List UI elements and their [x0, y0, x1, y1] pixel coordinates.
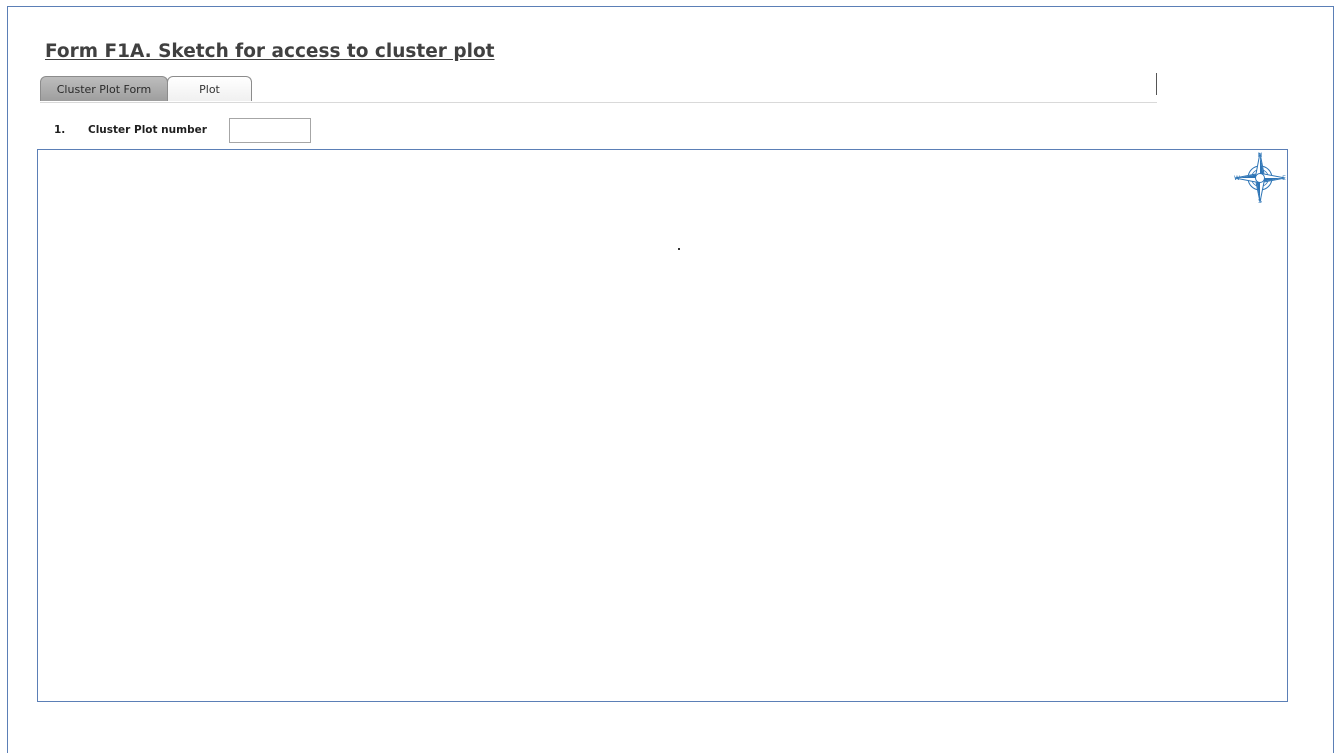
tab-cluster-plot-form[interactable]: Cluster Plot Form — [40, 76, 168, 101]
cluster-plot-number-label: Cluster Plot number — [88, 124, 207, 136]
tab-plot[interactable]: Plot — [167, 76, 252, 101]
tab-bar-end-marker — [1156, 73, 1157, 95]
field-number: 1. — [54, 124, 66, 136]
tab-bar: Cluster Plot Form Plot — [40, 73, 1157, 103]
cluster-plot-number-input[interactable] — [229, 117, 311, 143]
form-title: Form F1A. Sketch for access to cluster p… — [45, 41, 495, 62]
compass-north-label: N — [1258, 152, 1263, 159]
compass-rose-icon: N S E W — [1234, 152, 1286, 205]
sketch-point — [678, 248, 680, 250]
compass-south-label: S — [1258, 198, 1262, 205]
compass-west-label: W — [1234, 175, 1240, 182]
sketch-canvas[interactable]: N S E W — [37, 149, 1288, 702]
cluster-plot-number-row: 1. Cluster Plot number — [54, 117, 311, 143]
tab-bar-divider — [40, 102, 1157, 103]
compass-east-label: E — [1282, 175, 1286, 182]
